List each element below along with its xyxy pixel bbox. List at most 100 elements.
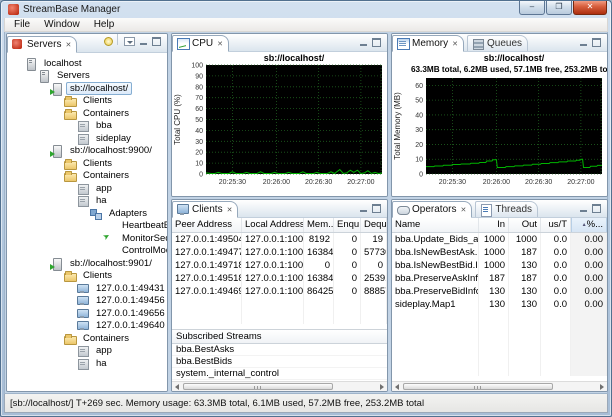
scroll-left-icon[interactable] xyxy=(173,383,182,391)
tree-item[interactable]: Containers xyxy=(11,107,167,120)
window-close-button[interactable]: ✕ xyxy=(573,0,607,15)
svg-text:20:25:30: 20:25:30 xyxy=(439,179,466,186)
table-cell: 127.0.0.1:10000 xyxy=(242,246,304,259)
minimize-icon[interactable] xyxy=(359,204,368,213)
tree-item[interactable]: bba xyxy=(11,120,167,133)
table-row[interactable]: 127.0.0.1:49469127.0.0.1:100008642560888… xyxy=(172,285,387,298)
tree-item-label: Clients xyxy=(79,269,116,282)
column-header[interactable]: Enqu... xyxy=(334,218,361,232)
tree-item-label: MonitorSecondary xyxy=(118,232,167,245)
table-row[interactable]: bba.IsNewBestBid.IsNewB...10001300.00.00 xyxy=(392,259,607,272)
tree-item[interactable]: ha xyxy=(11,195,167,208)
column-header[interactable]: Mem... xyxy=(304,218,334,232)
column-header[interactable]: ▴%... xyxy=(571,218,607,232)
close-icon[interactable]: ✕ xyxy=(217,40,223,48)
table-row[interactable]: bba.PreserveAskInfo1871870.00.00 xyxy=(392,272,607,285)
tab-queues[interactable]: Queues xyxy=(467,35,528,51)
table-cell xyxy=(392,324,479,337)
tab-clients[interactable]: Clients ✕ xyxy=(172,201,238,218)
horizontal-scrollbar[interactable] xyxy=(172,381,387,391)
horizontal-scrollbar[interactable] xyxy=(392,381,607,391)
table-row[interactable]: bba.Update_Bids_and_Asks100010000.00.00 xyxy=(392,233,607,246)
tree-item[interactable]: Servers xyxy=(11,70,167,83)
tab-operators[interactable]: Operators ✕ xyxy=(392,201,472,218)
tree-item[interactable]: sb://localhost:9901/ xyxy=(11,257,167,270)
table-row[interactable]: sideplay.Map11301300.00.00 xyxy=(392,298,607,311)
tab-queues-label: Queues xyxy=(487,38,522,49)
table-cell xyxy=(541,311,571,324)
table-row[interactable]: 127.0.0.1:49718127.0.0.1:10000000 xyxy=(172,259,387,272)
table-cell: 187 xyxy=(509,272,541,285)
tab-threads[interactable]: Threads xyxy=(475,201,538,217)
column-header[interactable]: Dequeued xyxy=(361,218,387,232)
maximize-icon[interactable] xyxy=(592,38,601,47)
table-row[interactable]: bba.PreserveBidInfo1301300.00.00 xyxy=(392,285,607,298)
menu-window[interactable]: Window xyxy=(37,18,87,31)
tree-item[interactable]: Clients xyxy=(11,157,167,170)
tree-item[interactable]: localhost xyxy=(11,57,167,70)
tree-item[interactable]: Containers xyxy=(11,170,167,183)
minimize-icon[interactable] xyxy=(359,38,368,47)
tree-item[interactable]: Adapters xyxy=(11,207,167,220)
tree-item[interactable]: sideplay xyxy=(11,132,167,145)
column-header[interactable]: Local Address xyxy=(242,218,304,232)
maximize-icon[interactable] xyxy=(152,37,161,46)
tree-item[interactable]: Clients xyxy=(11,95,167,108)
maximize-icon[interactable] xyxy=(592,204,601,213)
tree-item[interactable]: app xyxy=(11,182,167,195)
close-icon[interactable]: ✕ xyxy=(452,40,458,48)
close-icon[interactable]: ✕ xyxy=(65,41,71,49)
column-header[interactable]: Name xyxy=(392,218,479,232)
tree-item[interactable]: sb://localhost/ xyxy=(11,82,167,95)
tab-memory[interactable]: Memory ✕ xyxy=(392,35,464,52)
tree-item[interactable]: 127.0.0.1:49640 xyxy=(11,320,167,333)
scrollbar-thumb[interactable] xyxy=(183,383,333,390)
tree-item[interactable]: Containers xyxy=(11,332,167,345)
window-minimize-button[interactable]: – xyxy=(519,0,545,15)
lightbulb-icon[interactable] xyxy=(104,37,113,46)
tree-item[interactable]: app xyxy=(11,345,167,358)
tree-item[interactable]: HeartbeatEventActions xyxy=(11,220,167,233)
tree-item[interactable]: 127.0.0.1:49456 xyxy=(11,295,167,308)
menu-help[interactable]: Help xyxy=(87,18,122,31)
tab-servers[interactable]: Servers ✕ xyxy=(7,36,77,53)
menu-file[interactable]: File xyxy=(7,18,37,31)
tab-cpu[interactable]: CPU ✕ xyxy=(172,35,229,52)
toolbar-separator xyxy=(117,34,118,45)
close-icon[interactable]: ✕ xyxy=(227,206,233,214)
scrollbar-thumb[interactable] xyxy=(403,383,553,390)
scroll-right-icon[interactable] xyxy=(377,383,386,391)
stream-item[interactable]: bba.BestBids xyxy=(172,356,387,368)
table-row[interactable]: 127.0.0.1:49504127.0.0.1:100008192019 xyxy=(172,233,387,246)
tree-item[interactable]: MonitorSecondary xyxy=(11,232,167,245)
column-header[interactable]: Peer Address xyxy=(172,218,242,232)
tree-item[interactable]: ControlModule xyxy=(11,245,167,258)
tree-item[interactable]: 127.0.0.1:49656 xyxy=(11,307,167,320)
view-menu-icon[interactable] xyxy=(124,37,135,46)
table-cell: 130 xyxy=(509,285,541,298)
maximize-icon[interactable] xyxy=(372,38,381,47)
table-cell xyxy=(571,363,607,376)
table-row[interactable]: bba.IsNewBestAsk.IsNewB...10001870.00.00 xyxy=(392,246,607,259)
tree-item[interactable]: ha xyxy=(11,357,167,370)
tree-item-label: sb://localhost/ xyxy=(66,82,132,95)
minimize-icon[interactable] xyxy=(579,204,588,213)
column-header[interactable]: us/T xyxy=(541,218,571,232)
column-header[interactable]: In xyxy=(479,218,509,232)
table-row[interactable]: 127.0.0.1:49518127.0.0.1:100001638402539… xyxy=(172,272,387,285)
table-row[interactable]: 127.0.0.1:49477127.0.0.1:100001638405773… xyxy=(172,246,387,259)
menu-bar: File Window Help xyxy=(4,18,608,32)
scroll-right-icon[interactable] xyxy=(597,383,606,391)
tree-item[interactable]: 127.0.0.1:49431 xyxy=(11,282,167,295)
minimize-icon[interactable] xyxy=(139,37,148,46)
stream-item[interactable]: bba.BestAsks xyxy=(172,344,387,356)
scroll-left-icon[interactable] xyxy=(393,383,402,391)
stream-item[interactable]: system._internal_control xyxy=(172,368,387,380)
column-header[interactable]: Out xyxy=(509,218,541,232)
maximize-icon[interactable] xyxy=(372,204,381,213)
tree-item[interactable]: Clients xyxy=(11,270,167,283)
tree-item[interactable]: sb://localhost:9900/ xyxy=(11,145,167,158)
close-icon[interactable]: ✕ xyxy=(460,206,466,214)
window-maximize-button[interactable]: ❐ xyxy=(546,0,572,15)
minimize-icon[interactable] xyxy=(579,38,588,47)
